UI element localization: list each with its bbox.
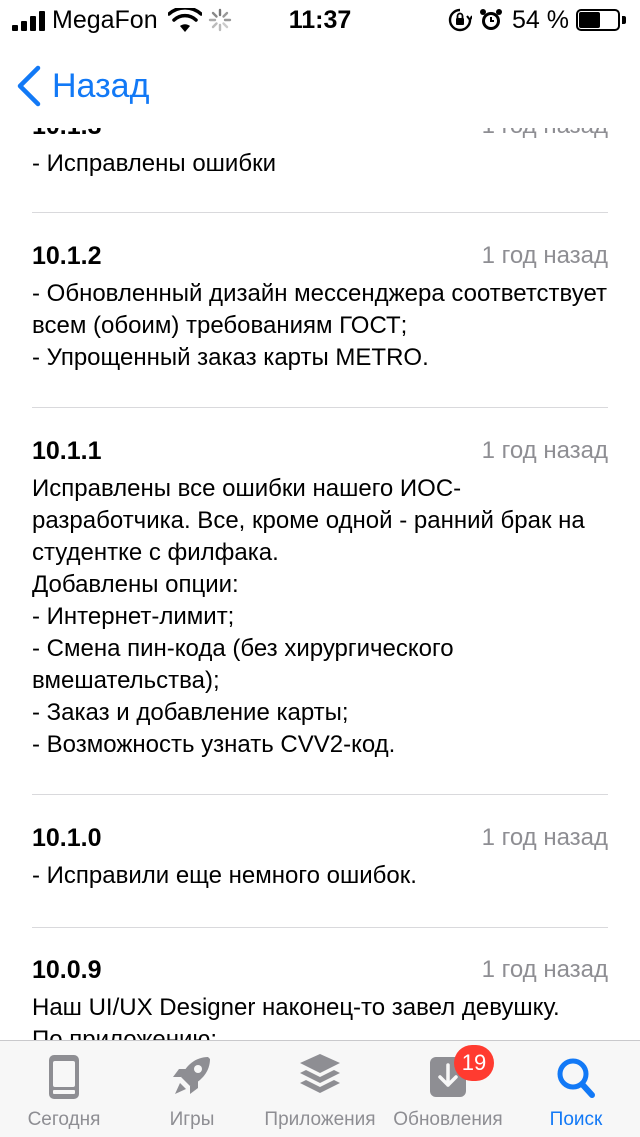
- separator: [32, 794, 608, 795]
- version-entry: 10.1.2 1 год назад - Обновленный дизайн …: [32, 234, 608, 374]
- release-notes: - Исправили еще немного ошибок.: [32, 862, 417, 889]
- version-history-list[interactable]: 10.1.3 1 год назад - Исправлены ошибки 1…: [32, 40, 608, 1040]
- tab-bar: Сегодня Игры Приложения 19 Обновления По…: [0, 1040, 640, 1137]
- tab-apps[interactable]: Приложения: [256, 1041, 384, 1137]
- rocket-icon: [173, 1057, 210, 1094]
- back-button-label: Назад: [52, 66, 150, 105]
- chevron-left-icon: [17, 65, 41, 107]
- back-button[interactable]: Назад: [14, 62, 149, 110]
- tab-label: Игры: [169, 1109, 215, 1130]
- battery-percent: 54 %: [512, 6, 569, 34]
- version-date: 1 год назад: [481, 956, 608, 983]
- version-number: 10.1.2: [32, 242, 102, 270]
- release-notes: - Исправлены ошибки: [32, 150, 276, 177]
- layers-icon: [300, 1054, 340, 1093]
- version-date: 1 год назад: [481, 242, 608, 269]
- separator: [32, 927, 608, 928]
- version-entry: 10.0.9 1 год назад Наш UI/UX Designer на…: [32, 948, 608, 1040]
- tab-label: Сегодня: [27, 1109, 101, 1130]
- tab-updates[interactable]: 19 Обновления: [384, 1041, 512, 1137]
- release-notes: Исправлены все ошибки нашего ИОС-разрабо…: [32, 475, 585, 758]
- tab-search[interactable]: Поиск: [512, 1041, 640, 1137]
- version-date: 1 год назад: [481, 437, 608, 464]
- version-number: 10.0.9: [32, 956, 102, 984]
- release-notes: Наш UI/UX Designer наконец-то завел деву…: [32, 994, 560, 1040]
- version-entry: 10.1.0 1 год назад - Исправили еще немно…: [32, 816, 608, 892]
- today-icon: [49, 1055, 79, 1099]
- rotation-lock-icon: [448, 8, 472, 32]
- version-number: 10.1.1: [32, 437, 102, 465]
- release-notes: - Обновленный дизайн мессенджера соответ…: [32, 280, 608, 371]
- tab-label: Обновления: [393, 1109, 503, 1130]
- search-icon: [557, 1058, 595, 1098]
- tab-label: Приложения: [264, 1109, 376, 1130]
- alarm-icon: [480, 9, 502, 30]
- version-entry: 10.1.1 1 год назад Исправлены все ошибки…: [32, 429, 608, 761]
- status-bar: MegaFon 11:37 54 %: [0, 0, 640, 40]
- separator: [32, 407, 608, 408]
- navigation-bar: Назад: [0, 40, 640, 128]
- battery-icon: [576, 9, 628, 33]
- tab-today[interactable]: Сегодня: [0, 1041, 128, 1137]
- updates-badge: 19: [454, 1045, 494, 1081]
- version-date: 1 год назад: [481, 824, 608, 851]
- separator: [32, 212, 608, 213]
- tab-games[interactable]: Игры: [128, 1041, 256, 1137]
- tab-label: Поиск: [549, 1109, 603, 1130]
- version-number: 10.1.0: [32, 824, 102, 852]
